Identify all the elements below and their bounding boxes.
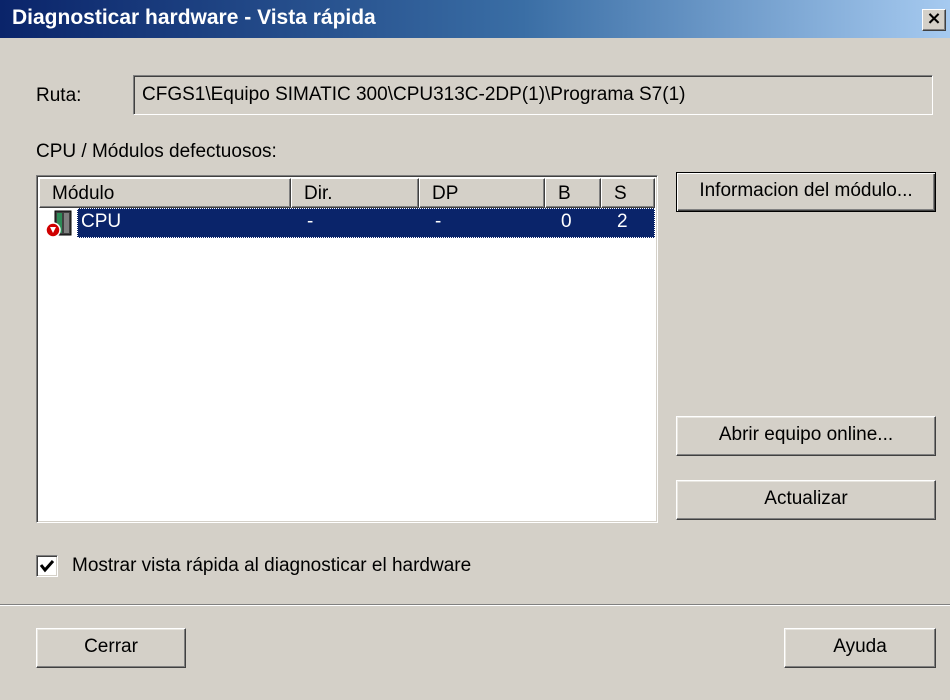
selected-row-cells[interactable]: CPU - - 0 2: [77, 208, 655, 238]
column-header-dir[interactable]: Dir.: [291, 178, 419, 208]
cell-dp: -: [435, 211, 442, 232]
update-button[interactable]: Actualizar: [676, 480, 936, 520]
cell-dir: -: [307, 211, 314, 232]
cpu-fault-icon: [45, 210, 75, 238]
path-value: CFGS1\Equipo SIMATIC 300\CPU313C-2DP(1)\…: [142, 84, 686, 105]
modules-label: CPU / Módulos defectuosos:: [36, 141, 277, 162]
close-button[interactable]: Cerrar: [36, 628, 186, 668]
close-icon: ×: [926, 8, 942, 29]
column-header-dp[interactable]: DP: [419, 178, 545, 208]
show-quick-view-checkbox[interactable]: [36, 555, 58, 577]
path-label: Ruta:: [36, 85, 82, 106]
cell-s: 2: [617, 211, 628, 232]
faulty-modules-list[interactable]: Módulo Dir. DP B S CPU - - 0 2: [36, 175, 658, 523]
table-row[interactable]: CPU - - 0 2: [39, 208, 655, 238]
window-title: Diagnosticar hardware - Vista rápida: [12, 6, 376, 29]
title-bar[interactable]: Diagnosticar hardware - Vista rápida ×: [0, 0, 950, 38]
show-quick-view-label[interactable]: Mostrar vista rápida al diagnosticar el …: [72, 555, 471, 577]
open-online-button[interactable]: Abrir equipo online...: [676, 416, 936, 456]
column-header-b[interactable]: B: [545, 178, 601, 208]
column-header-s[interactable]: S: [601, 178, 655, 208]
footer-separator: [0, 604, 950, 606]
cell-b: 0: [561, 211, 572, 232]
path-field: CFGS1\Equipo SIMATIC 300\CPU313C-2DP(1)\…: [133, 75, 933, 115]
close-window-button[interactable]: ×: [922, 9, 946, 31]
module-info-button[interactable]: Informacion del módulo...: [676, 172, 936, 212]
column-header-module[interactable]: Módulo: [39, 178, 291, 208]
help-button[interactable]: Ayuda: [784, 628, 936, 668]
checkmark-icon: [39, 560, 55, 573]
cell-module: CPU: [81, 211, 122, 232]
